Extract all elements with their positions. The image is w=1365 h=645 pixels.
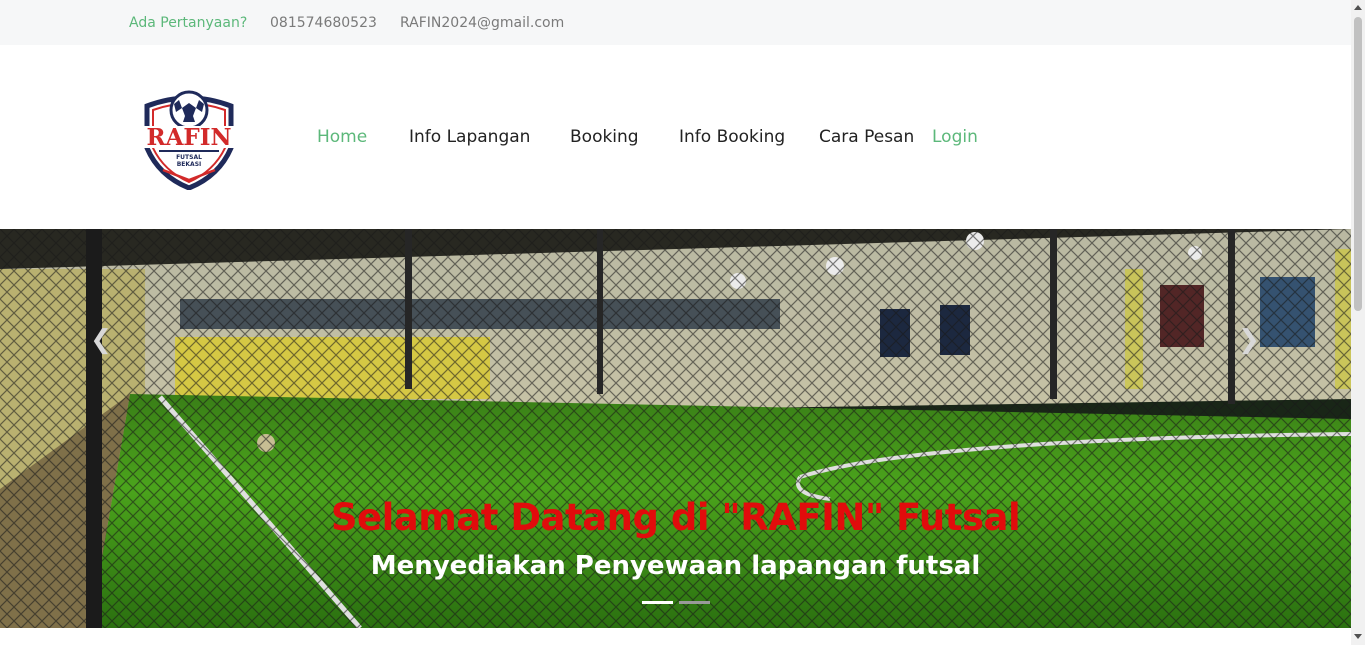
rafin-logo[interactable]: RAFIN FUTSAL BEKASI	[139, 88, 239, 190]
scroll-thumb[interactable]	[1354, 17, 1362, 311]
top-contact-bar: Ada Pertanyaan? 081574680523 RAFIN2024@g…	[0, 0, 1351, 45]
logo-tagline-1: FUTSAL	[176, 154, 202, 161]
nav-booking[interactable]: Booking	[570, 126, 639, 148]
scroll-down-arrow-icon[interactable]	[1354, 634, 1362, 639]
logo-brand-text: RAFIN	[146, 124, 231, 151]
carousel-next-button[interactable]: ❯	[1234, 325, 1264, 355]
chevron-left-icon: ❮	[90, 325, 112, 355]
phone-number: 081574680523	[270, 15, 377, 31]
carousel-indicator-1[interactable]	[642, 601, 673, 604]
carousel-prev-button[interactable]: ❮	[86, 325, 116, 355]
chevron-right-icon: ❯	[1238, 325, 1260, 355]
nav-login[interactable]: Login	[932, 126, 978, 148]
email-address: RAFIN2024@gmail.com	[400, 15, 565, 31]
divider	[0, 628, 1351, 630]
hero-subtitle: Menyediakan Penyewaan lapangan futsal	[370, 551, 981, 581]
page-scrollbar[interactable]	[1351, 0, 1365, 645]
hero-title: Selamat Datang di "RAFIN" Futsal	[330, 496, 1021, 539]
question-text: Ada Pertanyaan?	[129, 15, 248, 31]
logo-tagline-2: BEKASI	[177, 161, 202, 168]
nav-info-booking[interactable]: Info Booking	[679, 126, 785, 148]
carousel-indicator-2[interactable]	[679, 601, 710, 604]
scroll-up-arrow-icon[interactable]	[1354, 5, 1362, 10]
hero-carousel[interactable]: ❮ ❯ Selamat Datang di "RAFIN" Futsal Men…	[0, 229, 1351, 628]
nav-cara-pesan[interactable]: Cara Pesan	[819, 126, 914, 148]
nav-home[interactable]: Home	[317, 126, 367, 148]
nav-info-lapangan[interactable]: Info Lapangan	[409, 126, 530, 148]
